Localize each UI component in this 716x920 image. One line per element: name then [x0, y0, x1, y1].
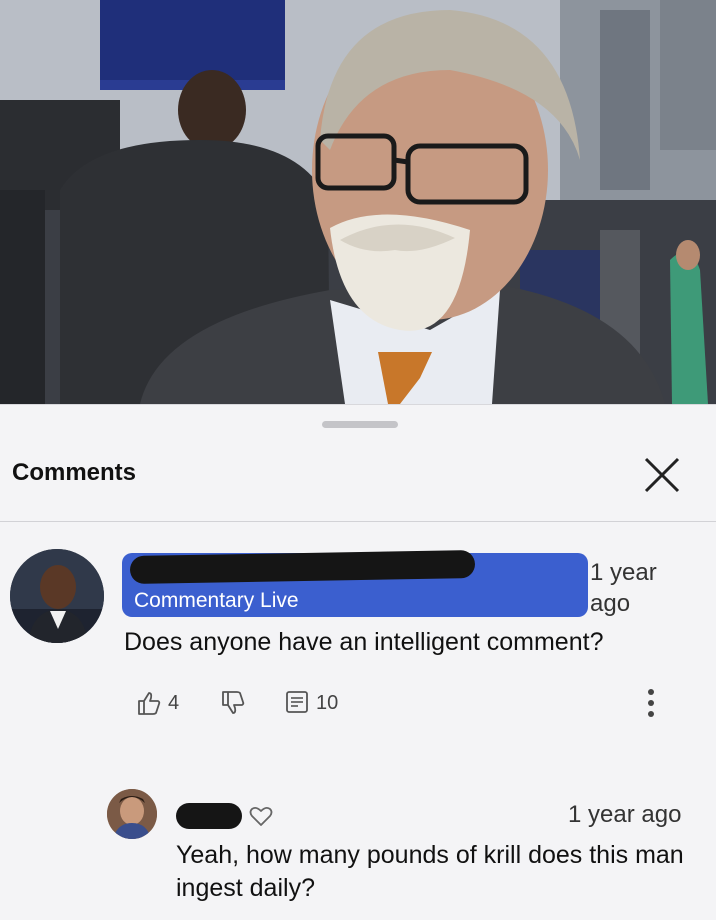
- dislike-icon: [222, 691, 245, 714]
- like-icon: [138, 692, 161, 715]
- comments-header: Comments: [0, 445, 716, 521]
- comments-sheet: Comments Commentary Live 1 year ago Does…: [0, 404, 716, 920]
- avatar-image: [10, 549, 104, 643]
- heart-button[interactable]: [248, 803, 274, 829]
- comment-actions: 4 10: [124, 685, 684, 721]
- heart-icon: [249, 806, 273, 826]
- comment-item: Commentary Live 1 year ago Does anyone h…: [0, 545, 716, 735]
- drag-handle[interactable]: [322, 421, 398, 428]
- redacted-username: [129, 549, 476, 585]
- author-channel-name: Commentary Live: [134, 589, 299, 612]
- like-count: 4: [168, 691, 180, 714]
- comment-timestamp: 1 year ago: [590, 559, 657, 617]
- reply-item: 1 year ago Yeah, how many pounds of kril…: [0, 781, 716, 920]
- reply-button[interactable]: 10: [284, 685, 338, 721]
- avatar[interactable]: [107, 789, 157, 839]
- avatar-image: [107, 789, 157, 839]
- reply-timestamp: 1 year ago: [568, 801, 682, 828]
- video-still-image: [0, 0, 716, 404]
- like-button[interactable]: 4: [136, 685, 179, 721]
- close-button[interactable]: [638, 451, 686, 499]
- reply-icon: [286, 691, 308, 713]
- redacted-username: [176, 803, 242, 829]
- more-options-button[interactable]: [636, 685, 666, 721]
- video-frame[interactable]: [0, 0, 716, 404]
- comment-text: Does anyone have an intelligent comment?: [124, 628, 604, 656]
- reply-count: 10: [316, 691, 339, 714]
- comments-title: Comments: [12, 459, 137, 486]
- dislike-button[interactable]: [220, 685, 246, 721]
- more-icon: [648, 689, 654, 717]
- header-divider: [0, 521, 716, 522]
- close-icon: [644, 457, 680, 493]
- avatar[interactable]: [10, 549, 104, 643]
- reply-text: Yeah, how many pounds of krill does this…: [176, 841, 684, 902]
